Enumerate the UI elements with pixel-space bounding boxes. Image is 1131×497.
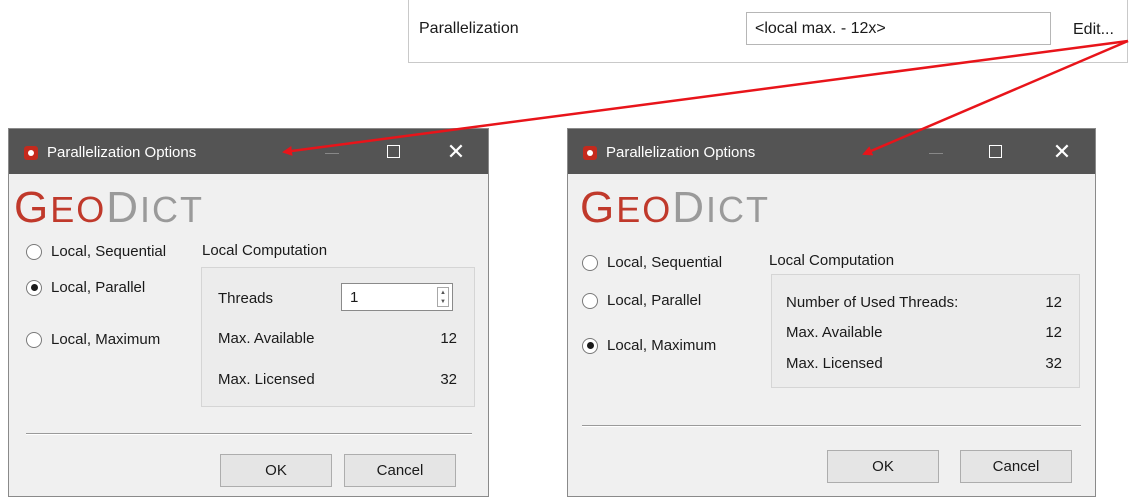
annotation-arrows	[282, 39, 1129, 156]
